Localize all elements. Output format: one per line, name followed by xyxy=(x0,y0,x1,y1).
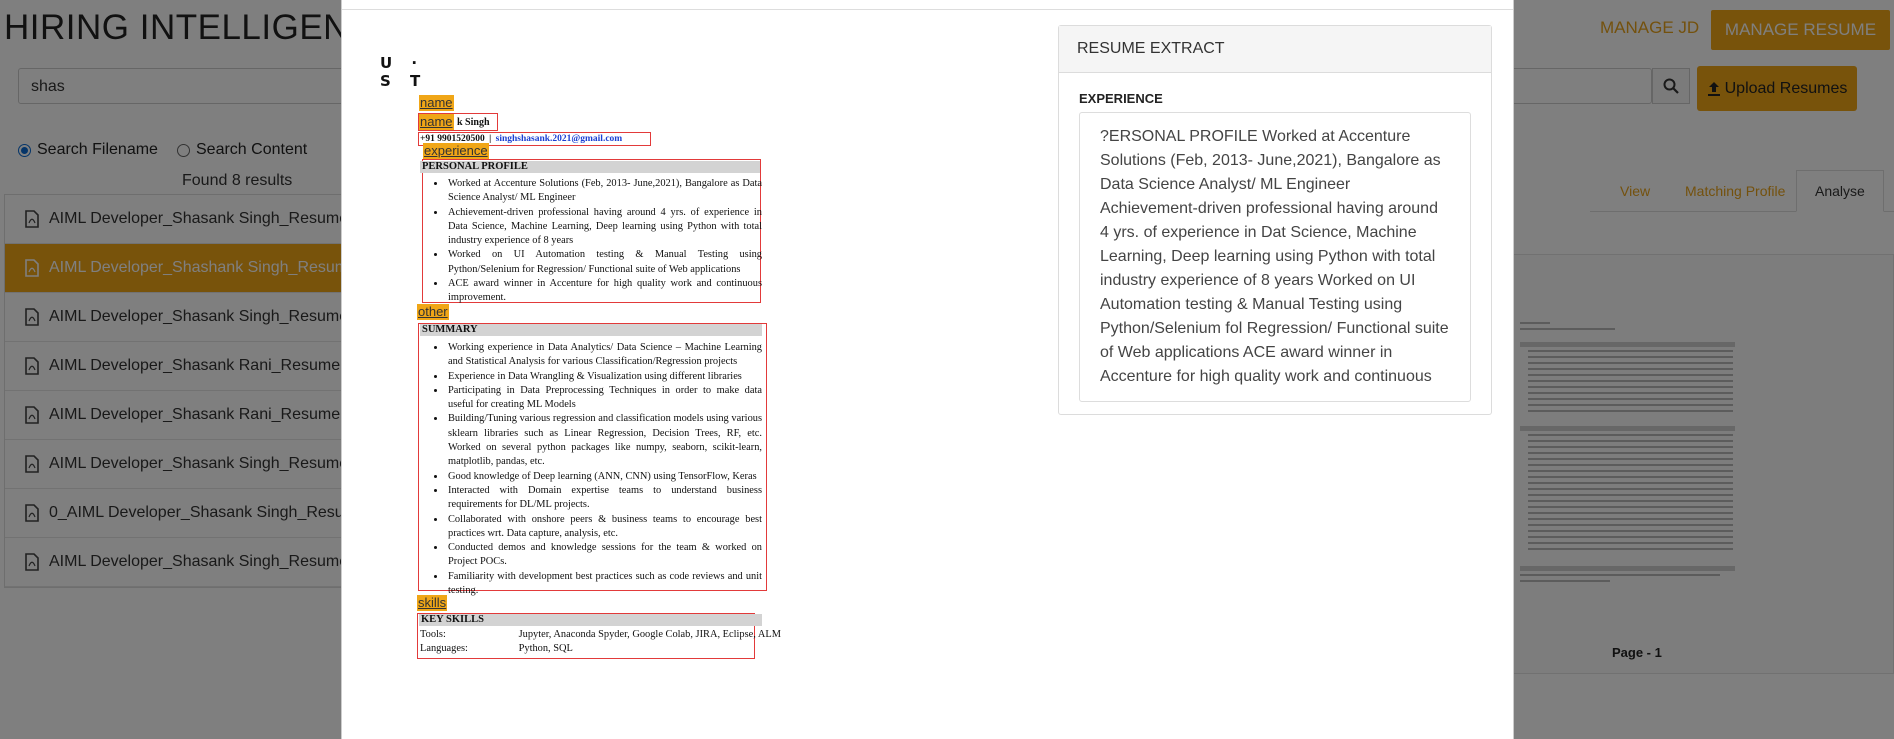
bullet-item: Worked on UI Automation testing & Manual… xyxy=(446,248,762,277)
bullet-item: Interacted with Domain expertise teams t… xyxy=(446,484,762,513)
bullet-item: Collaborated with onshore peers & busine… xyxy=(446,513,762,542)
summary-list: Working experience in Data Analytics/ Da… xyxy=(432,341,762,598)
skill-row-tools: Tools: Jupyter, Anaconda Spyder, Google … xyxy=(420,629,781,640)
tag-other: other xyxy=(417,304,449,320)
candidate-name-suffix: k Singh xyxy=(457,117,490,128)
skill-label: Tools: xyxy=(420,629,446,640)
modal-divider xyxy=(342,9,1513,10)
bullet-item: Experience in Data Wrangling & Visualiza… xyxy=(446,370,762,384)
bullet-item: Familiarity with development best practi… xyxy=(446,570,762,599)
resume-extract-header: RESUME EXTRACT xyxy=(1059,26,1491,73)
tag-experience: experience xyxy=(423,143,489,159)
resume-extract-panel: RESUME EXTRACT EXPERIENCE ?ERSONAL PROFI… xyxy=(1058,25,1492,415)
bullet-item: Good knowledge of Deep learning (ANN, CN… xyxy=(446,470,762,484)
key-skills-heading: KEY SKILLS xyxy=(419,614,762,626)
bullet-item: Achievement-driven professional having a… xyxy=(446,206,762,249)
tag-skills: skills xyxy=(417,595,448,611)
bullet-item: Participating in Data Preprocessing Tech… xyxy=(446,384,762,413)
bullet-item: Building/Tuning various regression and c… xyxy=(446,412,762,469)
experience-label: EXPERIENCE xyxy=(1079,91,1163,106)
experience-text: ?ERSONAL PROFILE Worked at Accenture Sol… xyxy=(1079,112,1471,402)
skill-value: Python, SQL xyxy=(518,643,573,654)
bullet-item: Worked at Accenture Solutions (Feb, 2013… xyxy=(446,177,762,206)
bullet-item: Conducted demos and knowledge sessions f… xyxy=(446,541,762,570)
skill-label: Languages: xyxy=(420,643,468,654)
personal-profile-list: Worked at Accenture Solutions (Feb, 2013… xyxy=(432,177,762,306)
company-logo: U · S T xyxy=(380,54,428,90)
resume-extract-body: EXPERIENCE ?ERSONAL PROFILE Worked at Ac… xyxy=(1059,73,1491,420)
personal-profile-heading: PERSONAL PROFILE xyxy=(420,161,760,173)
email-address[interactable]: singhshasank.2021@gmail.com xyxy=(496,134,623,144)
skill-value: Jupyter, Anaconda Spyder, Google Colab, … xyxy=(518,629,781,640)
tag-name: name xyxy=(419,95,454,111)
bullet-item: ACE award winner in Accenture for high q… xyxy=(446,277,762,306)
bullet-item: Working experience in Data Analytics/ Da… xyxy=(446,341,762,370)
contact-separator: | xyxy=(489,134,492,144)
skill-row-languages: Languages: Python, SQL xyxy=(420,643,573,654)
summary-heading: SUMMARY xyxy=(420,324,762,336)
resume-modal: U · S T name name k Singh +91 9901520500… xyxy=(341,0,1514,739)
